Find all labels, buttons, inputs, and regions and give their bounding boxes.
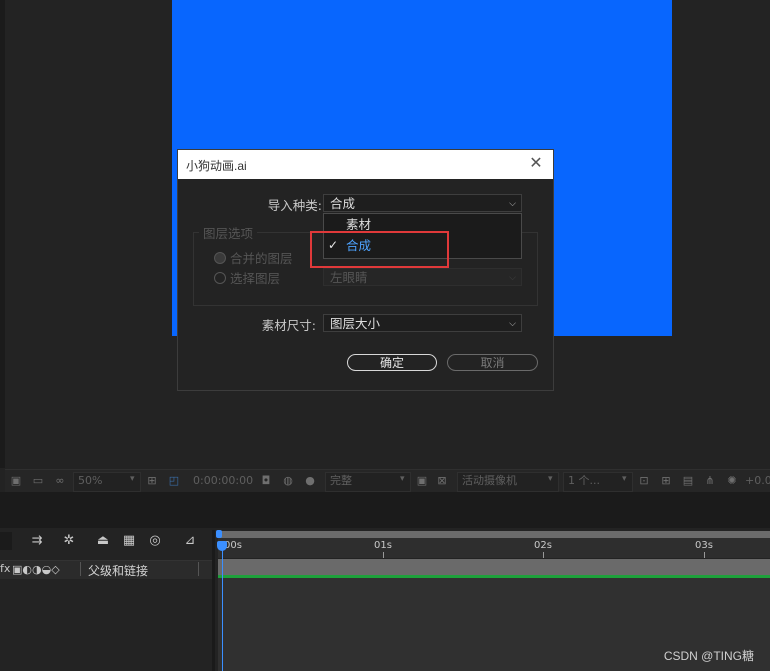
draft-3d-icon[interactable]: ⊡	[637, 474, 651, 488]
layer-options-legend: 图层选项	[199, 223, 258, 242]
playhead-line	[222, 545, 223, 671]
color-channels-icon[interactable]: ●	[303, 474, 317, 488]
monitor-icon[interactable]: ▭	[31, 474, 45, 488]
chevron-down-icon: ▾	[400, 474, 405, 484]
reset-exposure-icon[interactable]: ⊞	[659, 474, 673, 488]
choose-layers-radio[interactable]	[214, 272, 226, 284]
frame-blending-icon[interactable]: ▦	[120, 532, 138, 550]
chevron-down-icon: ▾	[622, 474, 627, 484]
motion-blur-icon[interactable]: ◎	[146, 532, 164, 550]
tick-label: 01s	[374, 540, 392, 551]
layer-select[interactable]: 左眼睛 ⌵	[323, 268, 522, 286]
region-icon[interactable]: ⊞	[145, 474, 159, 488]
viewer-toolbar: ▣ ▭ ∞ 50% ▾ ⊞ ◰ 0:00:00:00 ◘ ◍ ● 完整 ▾ ▣ …	[5, 469, 770, 492]
annotation-highlight-box	[310, 231, 449, 268]
flowchart-icon[interactable]: ⋔	[703, 474, 717, 488]
fx-switch-label: fx	[0, 562, 11, 575]
ok-button[interactable]: 确定	[347, 354, 437, 371]
timecode-field-edge[interactable]	[0, 532, 12, 550]
composition-flowchart-icon[interactable]: ⇉	[28, 532, 46, 550]
ok-button-label: 确定	[379, 356, 404, 370]
exposure-value[interactable]: +0.0	[745, 474, 770, 488]
footage-size-label: 素材尺寸:	[261, 318, 316, 333]
column-divider	[80, 562, 81, 576]
column-divider	[198, 562, 199, 576]
import-kind-value: 合成	[330, 196, 356, 211]
import-kind-label: 导入种类:	[267, 198, 322, 213]
camera-select[interactable]: 活动摄像机 ▾	[457, 472, 559, 492]
tick-mark	[543, 552, 544, 558]
layer-select-value: 左眼睛	[330, 270, 368, 285]
cancel-button-label: 取消	[480, 356, 505, 370]
graph-editor-icon[interactable]: ⊿	[181, 532, 199, 550]
footage-size-value: 图层大小	[330, 316, 381, 331]
chevron-down-icon: ⌵	[509, 199, 516, 209]
toggle-transparency-icon[interactable]: ⊠	[435, 474, 449, 488]
close-icon[interactable]: ✕	[527, 154, 545, 172]
chevron-down-icon: ▾	[130, 474, 135, 484]
tick-mark	[383, 552, 384, 558]
work-area-bar[interactable]	[218, 531, 770, 538]
import-dialog: 小狗动画.ai ✕ 导入种类: 合成 ⌵ 图层选项 合并的图层 选择图层 左眼睛…	[177, 149, 554, 391]
merge-layers-label: 合并的图层	[230, 251, 293, 266]
shy-layers-icon[interactable]: ⏏	[94, 532, 112, 550]
fast-previews-icon[interactable]: ▣	[415, 474, 429, 488]
transparency-grid-icon[interactable]: ◰	[167, 474, 181, 488]
cancel-button[interactable]: 取消	[447, 354, 538, 371]
choose-layers-label: 选择图层	[230, 271, 281, 286]
viewer-left-edge	[0, 0, 5, 468]
timeline-column-headers: fx ▣◐◑◒◇ 父级和链接	[0, 560, 214, 580]
timeline-splitter[interactable]	[212, 530, 215, 671]
work-area-start-handle[interactable]	[216, 530, 222, 538]
camera-value: 活动摄像机	[462, 474, 517, 487]
layer-track-bar[interactable]	[218, 559, 770, 575]
zoom-value: 50%	[78, 474, 103, 487]
watermark: CSDN @TING糖	[663, 649, 754, 663]
resolution-select[interactable]: 完整 ▾	[325, 472, 411, 492]
merge-layers-radio[interactable]	[214, 252, 226, 264]
views-value: 1 个...	[568, 474, 600, 487]
dialog-title: 小狗动画.ai	[186, 159, 247, 173]
layer-switches-icon: ▣◐◑◒◇	[12, 563, 60, 576]
parent-link-column-header[interactable]: 父级和链接	[88, 562, 148, 579]
mask-icon[interactable]: ∞	[53, 474, 67, 488]
snapshot-stack-icon[interactable]: ▣	[9, 474, 23, 488]
dialog-titlebar[interactable]: 小狗动画.ai ✕	[178, 150, 553, 179]
timeline-layers-area	[0, 579, 214, 671]
zoom-select[interactable]: 50% ▾	[73, 472, 141, 492]
camera-snapshot-icon[interactable]: ◘	[259, 474, 273, 488]
exposure-icon[interactable]: ✺	[725, 474, 739, 488]
import-kind-select[interactable]: 合成 ⌵	[323, 194, 522, 212]
footage-size-select[interactable]: 图层大小 ⌵	[323, 314, 522, 332]
chevron-down-icon: ⌵	[509, 319, 516, 329]
resolution-value: 完整	[330, 474, 352, 487]
tick-label: 03s	[695, 540, 713, 551]
show-snapshot-icon[interactable]: ◍	[281, 474, 295, 488]
views-select[interactable]: 1 个... ▾	[563, 472, 633, 492]
current-timecode[interactable]: 0:00:00:00	[193, 474, 253, 488]
chevron-down-icon: ▾	[548, 474, 553, 484]
panel-divider	[0, 492, 770, 528]
tick-label: 02s	[534, 540, 552, 551]
tick-mark	[704, 552, 705, 558]
timeline-icon[interactable]: ▤	[681, 474, 695, 488]
draft-3d-toggle-icon[interactable]: ✲	[60, 532, 78, 550]
chevron-down-icon: ⌵	[509, 273, 516, 283]
